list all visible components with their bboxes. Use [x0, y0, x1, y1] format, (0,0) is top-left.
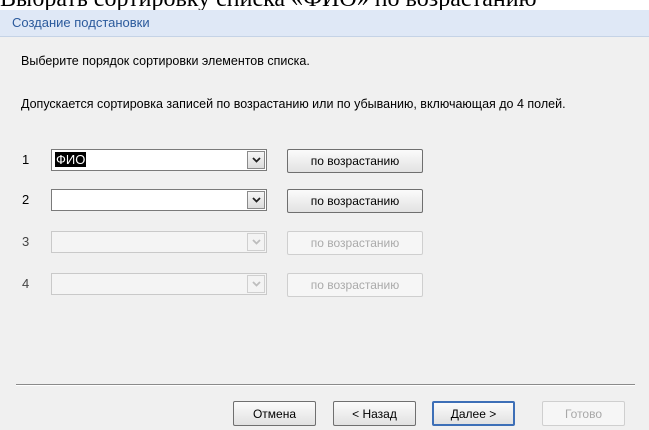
lookup-wizard-dialog: Создание подстановки Выберите порядок со… [0, 10, 649, 430]
next-button[interactable]: Далее > [432, 401, 515, 426]
sort-row-number-3: 3 [22, 234, 30, 249]
sort-field-combo-2[interactable] [51, 189, 267, 211]
chevron-down-icon [247, 275, 265, 293]
sort-order-button-2[interactable]: по возрастанию [287, 189, 423, 213]
sort-order-button-4: по возрастанию [287, 273, 423, 297]
finish-button: Готово [542, 401, 625, 426]
dialog-title: Создание подстановки [12, 15, 150, 30]
chevron-down-icon [247, 233, 265, 251]
sort-field-combo-3 [51, 231, 267, 253]
sort-order-button-1[interactable]: по возрастанию [287, 149, 423, 173]
sort-field-combo-1[interactable]: ФИО [51, 149, 267, 171]
sort-row-number-2: 2 [22, 192, 30, 207]
sort-field-combo-4 [51, 273, 267, 295]
footer-separator [16, 384, 635, 386]
sort-row-number-1: 1 [22, 152, 30, 167]
instruction-detail-text: Допускается сортировка записей по возрас… [21, 97, 566, 111]
sort-field-value-1: ФИО [55, 152, 87, 167]
sort-order-button-3: по возрастанию [287, 231, 423, 255]
chevron-down-icon[interactable] [247, 151, 265, 169]
title-bar: Создание подстановки [0, 10, 649, 37]
instruction-text: Выберите порядок сортировки элементов сп… [21, 54, 310, 68]
cancel-button[interactable]: Отмена [233, 401, 316, 426]
sort-row-number-4: 4 [22, 276, 30, 291]
chevron-down-icon[interactable] [247, 191, 265, 209]
back-button[interactable]: < Назад [333, 401, 416, 426]
